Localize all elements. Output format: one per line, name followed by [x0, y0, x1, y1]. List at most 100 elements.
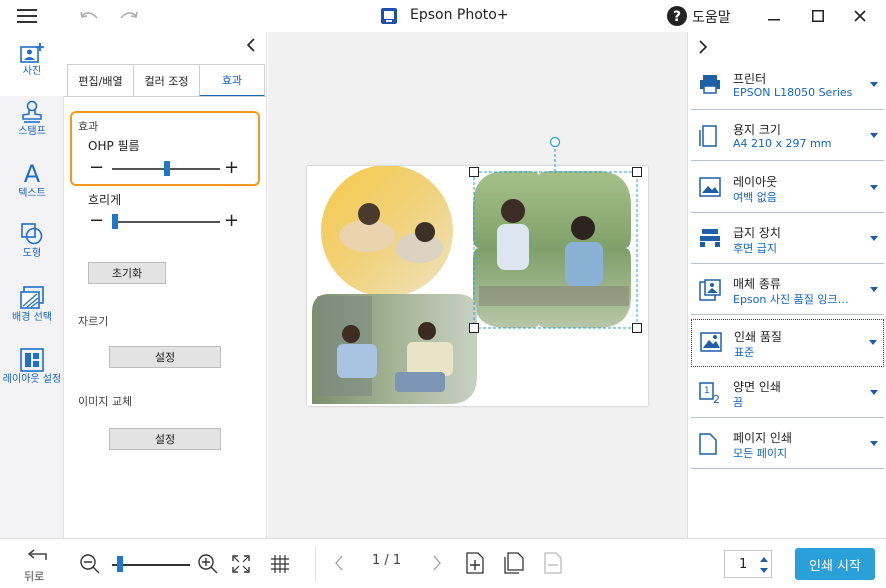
title-bar: Epson Photo+ ? 도움말	[0, 0, 886, 32]
chevron-down-icon[interactable]	[870, 441, 878, 447]
crop-heading: 자르기	[78, 315, 109, 328]
blur-slider-thumb[interactable]	[112, 214, 119, 229]
rail-item-stamp[interactable]: 스탬프	[0, 100, 64, 137]
setting-row-1[interactable]: 프린터 EPSON L18050 Series	[691, 62, 884, 110]
setting-row-4[interactable]: 급지 장치 후면 급지	[691, 216, 884, 264]
chevron-down-icon[interactable]	[870, 133, 878, 139]
tab-color-adjust[interactable]: 컬러 조정	[133, 64, 200, 97]
tab-edit-arrange[interactable]: 편집/배열	[67, 64, 134, 97]
edit-panel: 편집/배열 컬러 조정 효과 효과 OHP 필름 − + 흐리게 − + 초기화…	[64, 32, 267, 538]
ohp-slider-thumb[interactable]	[164, 161, 171, 176]
setting-value: Epson 사진 품질 잉크…	[733, 293, 849, 307]
print-settings-panel: 프린터 EPSON L18050 Series 용지 크기 A4 210 x 297 …	[687, 32, 886, 538]
hamburger-menu-icon[interactable]	[14, 0, 40, 32]
setting-title: 용지 크기	[733, 123, 781, 138]
crop-settings-button[interactable]: 설정	[109, 346, 221, 368]
help-icon[interactable]: ?	[666, 0, 688, 32]
collapse-panel-icon[interactable]	[246, 38, 256, 52]
add-photo-icon	[20, 42, 44, 64]
zoom-out-icon[interactable]	[80, 554, 100, 574]
chevron-down-icon[interactable]	[870, 184, 878, 190]
previous-page-icon[interactable]	[334, 555, 344, 571]
zoom-in-icon[interactable]	[198, 554, 218, 574]
setting-row-8[interactable]: 페이지 인쇄 모든 페이지	[691, 421, 884, 470]
chevron-down-icon[interactable]	[870, 82, 878, 87]
setting-title: 레이아웃	[733, 174, 778, 189]
app-title: Epson Photo+	[410, 7, 509, 23]
undo-icon[interactable]	[78, 0, 100, 32]
setting-value: 여백 없음	[733, 190, 777, 204]
tool-rail: 사진 스탬프 A 텍스트 도형 배경 선택 레이아웃 설정	[0, 32, 64, 538]
print-start-button[interactable]: 인쇄 시작	[795, 548, 875, 580]
minimize-icon[interactable]	[764, 0, 784, 32]
resize-handle-top-left[interactable]	[469, 167, 479, 177]
chevron-down-icon[interactable]	[870, 235, 878, 241]
setting-row-2[interactable]: 용지 크기 A4 210 x 297 mm	[691, 113, 884, 162]
chevron-down-icon[interactable]	[870, 389, 878, 395]
ohp-plus-icon[interactable]: +	[224, 159, 239, 177]
rail-item-text[interactable]: A 텍스트	[0, 160, 64, 199]
svg-text:A: A	[24, 160, 41, 186]
ohp-minus-icon[interactable]: −	[89, 159, 104, 177]
setting-row-6[interactable]: 인쇄 품질 표준	[691, 318, 884, 367]
tab-effects[interactable]: 효과	[199, 64, 265, 97]
ohp-film-label: OHP 필름	[88, 139, 140, 153]
copies-value[interactable]: 1	[739, 557, 747, 572]
add-page-icon[interactable]	[466, 552, 484, 574]
replace-settings-button[interactable]: 설정	[109, 428, 221, 450]
page-icon	[699, 433, 717, 455]
maximize-icon[interactable]	[808, 0, 828, 32]
redo-icon[interactable]	[118, 0, 140, 32]
rotate-handle[interactable]	[549, 136, 561, 148]
resize-handle-top-right[interactable]	[632, 167, 642, 177]
blur-plus-icon[interactable]: +	[224, 212, 239, 230]
rail-label-stamp: 스탬프	[18, 126, 46, 137]
zoom-slider-track[interactable]	[112, 564, 190, 566]
copies-arrows-icon[interactable]	[759, 556, 769, 574]
blur-slider-track[interactable]	[112, 221, 220, 223]
back-label[interactable]: 뒤로	[24, 568, 44, 584]
selection-overlay	[469, 136, 642, 333]
reset-button[interactable]: 초기화	[88, 262, 166, 284]
setting-title: 급지 장치	[733, 225, 781, 240]
setting-row-7[interactable]: 1 2 양면 인쇄 끔	[691, 370, 884, 418]
expand-settings-icon[interactable]	[698, 40, 708, 54]
copies-stepper[interactable]: 1	[724, 550, 772, 578]
resize-handle-bottom-right[interactable]	[632, 323, 642, 333]
resize-handle-bottom-left[interactable]	[469, 323, 479, 333]
chevron-down-icon[interactable]	[870, 287, 878, 293]
close-icon[interactable]	[850, 0, 870, 32]
blur-minus-icon[interactable]: −	[89, 212, 104, 230]
zoom-slider-thumb[interactable]	[116, 556, 123, 572]
duplicate-page-icon[interactable]	[504, 552, 524, 574]
setting-title: 매체 종류	[733, 277, 781, 292]
help-label[interactable]: 도움말	[692, 7, 731, 27]
app-logo-icon	[380, 0, 398, 32]
photo-rounded[interactable]	[312, 294, 477, 404]
rail-label-text: 텍스트	[18, 188, 46, 199]
setting-value: 모든 페이지	[733, 447, 788, 461]
stamp-icon	[20, 100, 44, 124]
rail-label-background: 배경 선택	[12, 312, 52, 323]
delete-page-icon[interactable]	[544, 552, 562, 574]
grid-icon[interactable]	[270, 554, 290, 574]
fit-to-window-icon[interactable]	[232, 555, 250, 573]
rail-item-background[interactable]: 배경 선택	[0, 286, 64, 323]
rail-item-photo[interactable]: 사진	[0, 32, 64, 96]
bottom-bar: 뒤로 1 / 1 1 인쇄 시작	[0, 538, 886, 588]
printer-icon	[699, 74, 721, 94]
rail-item-layout[interactable]: 레이아웃 설정	[0, 348, 64, 385]
setting-value: A4 210 x 297 mm	[733, 137, 832, 151]
photo-circle[interactable]	[321, 166, 453, 297]
setting-row-5[interactable]: 매체 종류 Epson 사진 품질 잉크…	[691, 267, 884, 316]
setting-row-3[interactable]: 레이아웃 여백 없음	[691, 165, 884, 213]
toolbar-divider	[315, 547, 316, 581]
rail-item-shape[interactable]: 도형	[0, 222, 64, 259]
blur-label: 흐리게	[88, 193, 122, 207]
page-indicator: 1 / 1	[372, 553, 402, 568]
next-page-icon[interactable]	[432, 555, 442, 571]
print-quality-icon	[700, 331, 722, 352]
back-icon[interactable]	[26, 549, 48, 563]
layout-icon	[699, 176, 721, 197]
chevron-down-icon[interactable]	[869, 339, 877, 345]
